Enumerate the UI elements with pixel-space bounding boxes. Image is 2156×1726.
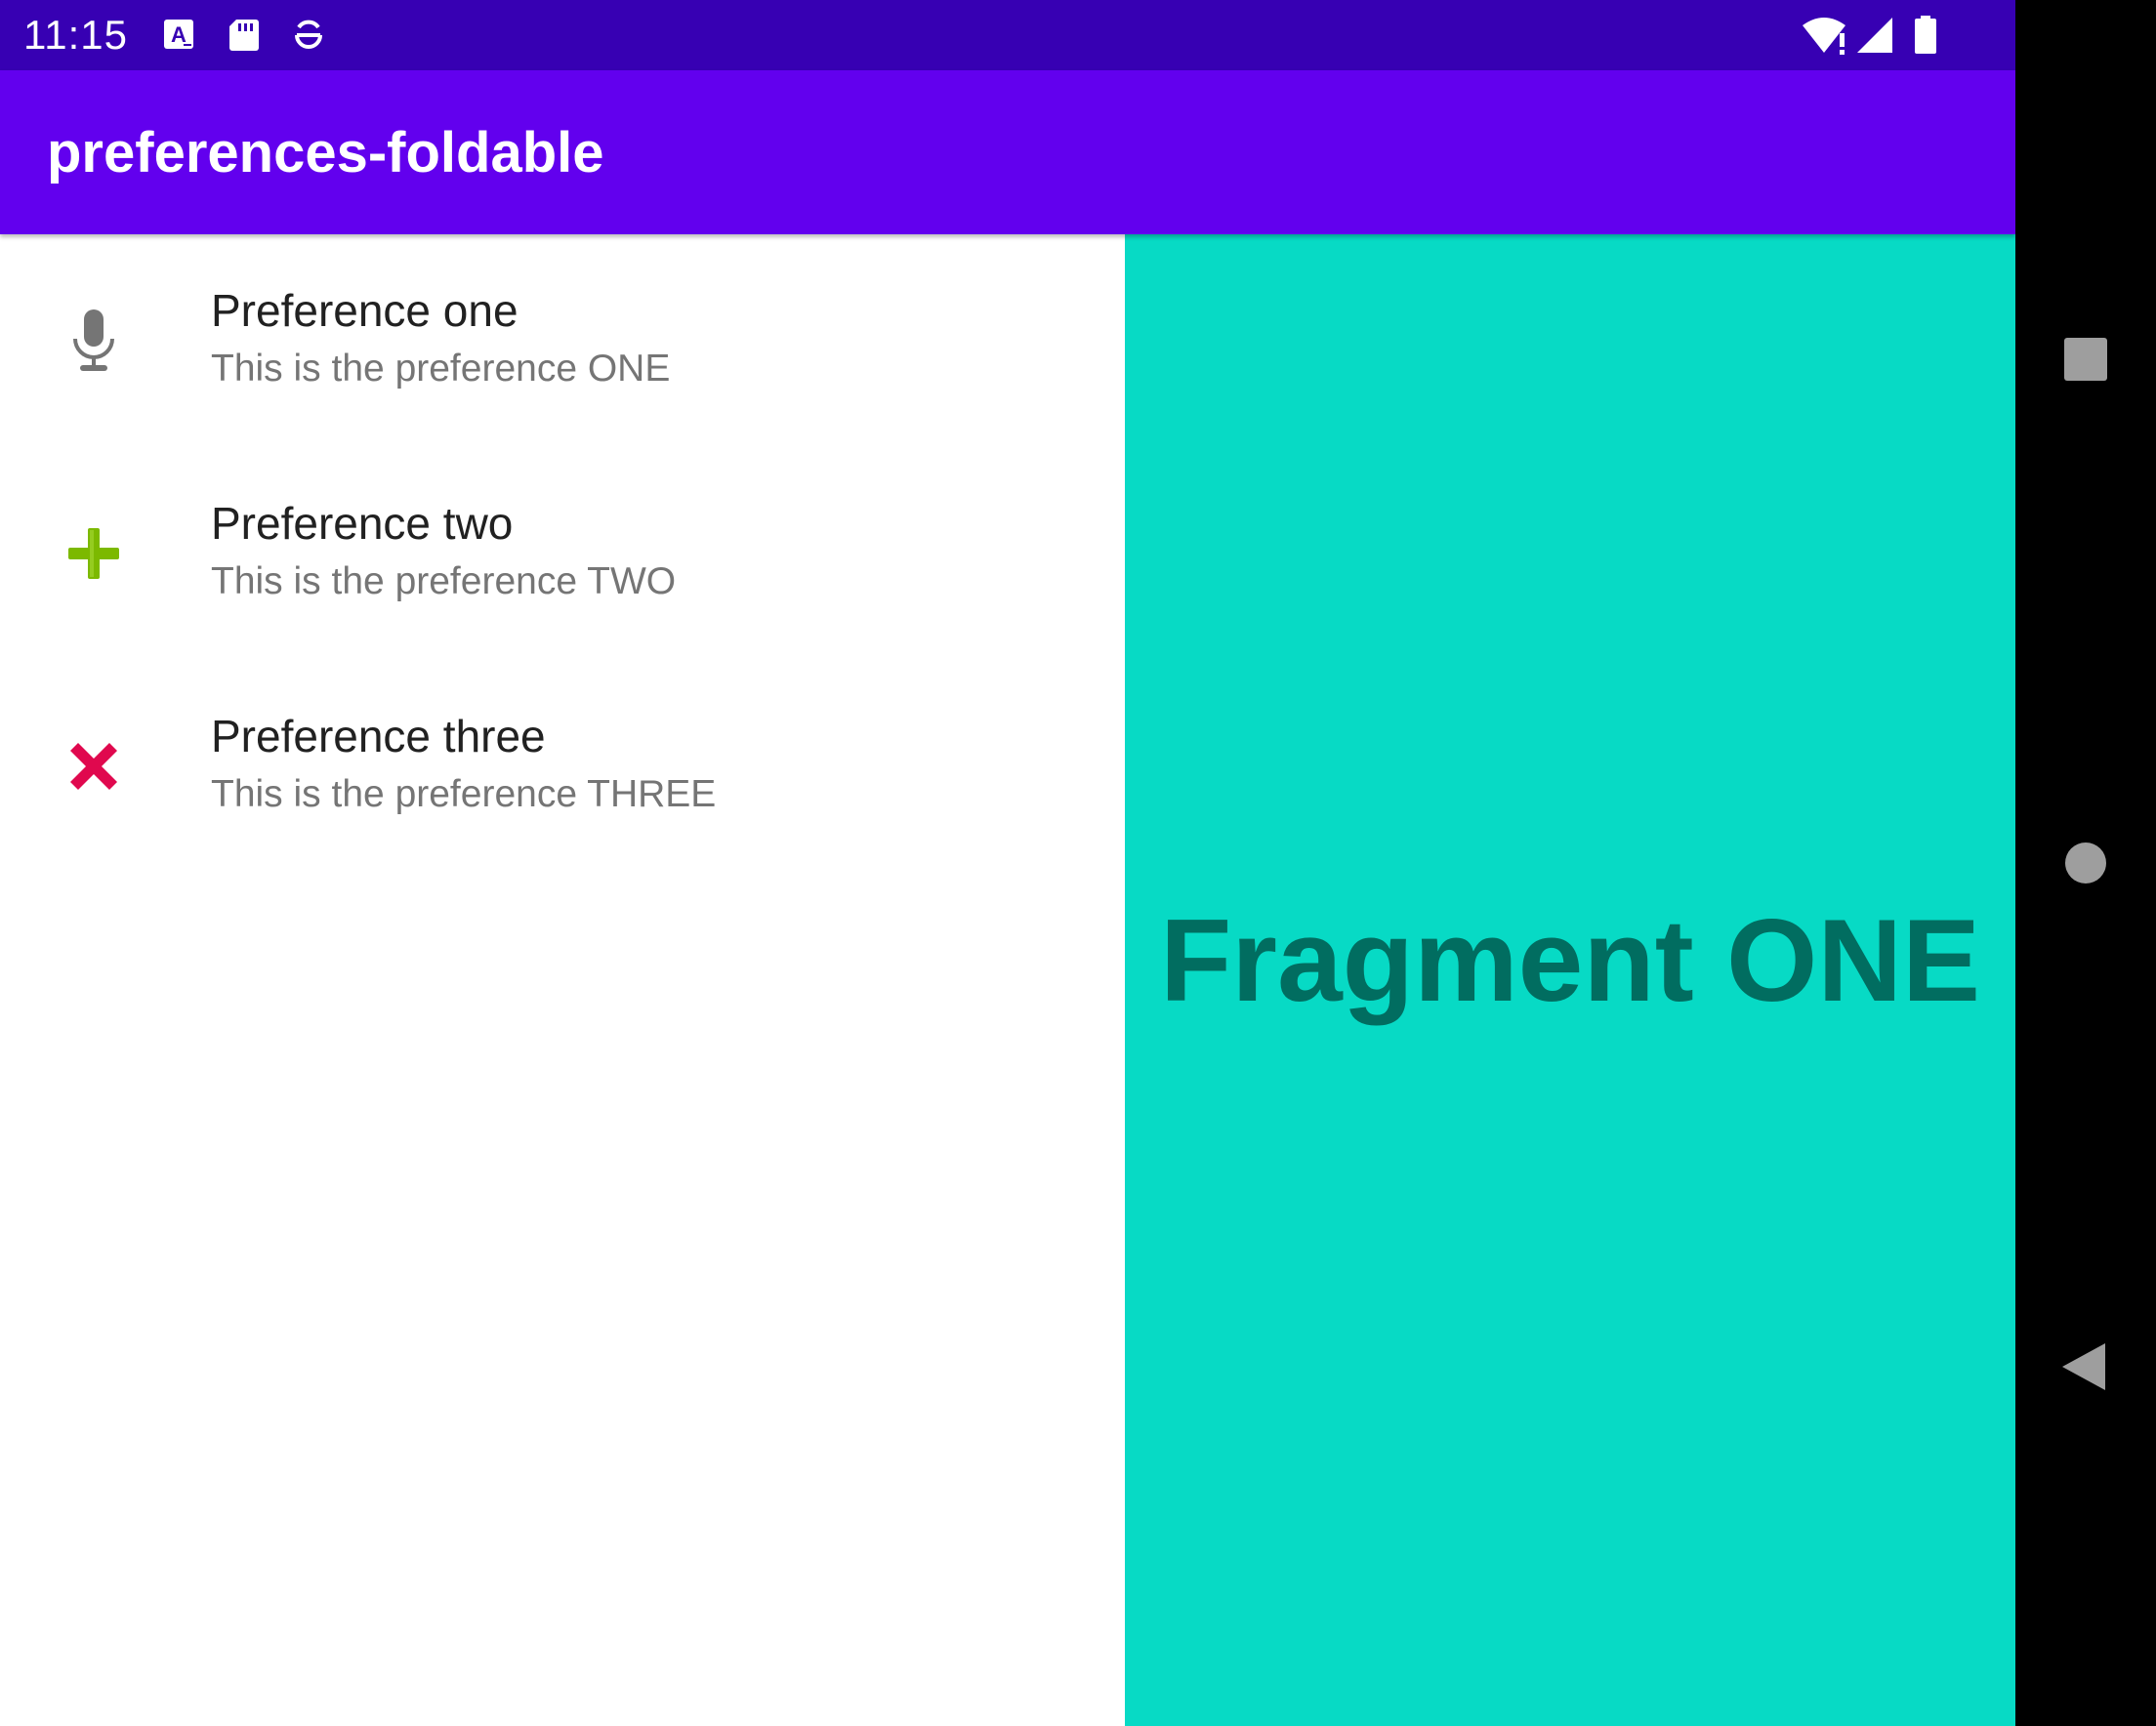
preference-item-two[interactable]: Preference two This is the preference TW… (0, 447, 1125, 660)
app-title: preferences-foldable (47, 121, 604, 185)
preferences-list: Preference one This is the preference ON… (0, 234, 1125, 1726)
status-bar: 11:15 A (0, 0, 2015, 70)
wifi-alert-icon (1801, 14, 1851, 57)
preference-summary: This is the preference ONE (211, 348, 671, 390)
preference-summary: This is the preference TWO (211, 560, 677, 602)
fragment-pane: Fragment ONE (1125, 234, 2015, 1726)
cell-signal-icon (1855, 14, 1898, 57)
microphone-icon (59, 306, 129, 376)
device-screen: 11:15 A preferences-foldable Preference … (0, 0, 2156, 1726)
vpn-lock-icon (287, 14, 330, 57)
sd-card-icon (223, 14, 266, 57)
svg-text:A: A (171, 22, 187, 47)
preference-summary: This is the preference THREE (211, 773, 717, 815)
fragment-title: Fragment ONE (1159, 895, 1981, 1026)
preference-title: Preference two (211, 498, 514, 549)
home-circle-icon[interactable] (2056, 834, 2115, 892)
back-triangle-icon[interactable] (2056, 1337, 2115, 1396)
status-time: 11:15 (23, 12, 128, 58)
preference-item-one[interactable]: Preference one This is the preference ON… (0, 234, 1125, 447)
preference-title: Preference one (211, 285, 518, 336)
navigation-bar (2015, 0, 2156, 1726)
close-x-icon (59, 731, 129, 801)
plus-icon (59, 518, 129, 589)
text-a-notification-icon: A (158, 14, 201, 57)
app-bar: preferences-foldable (0, 70, 2015, 234)
battery-icon (1904, 14, 1947, 57)
preference-item-three[interactable]: Preference three This is the preference … (0, 660, 1125, 873)
recents-square-icon[interactable] (2056, 330, 2115, 389)
preference-title: Preference three (211, 711, 546, 761)
